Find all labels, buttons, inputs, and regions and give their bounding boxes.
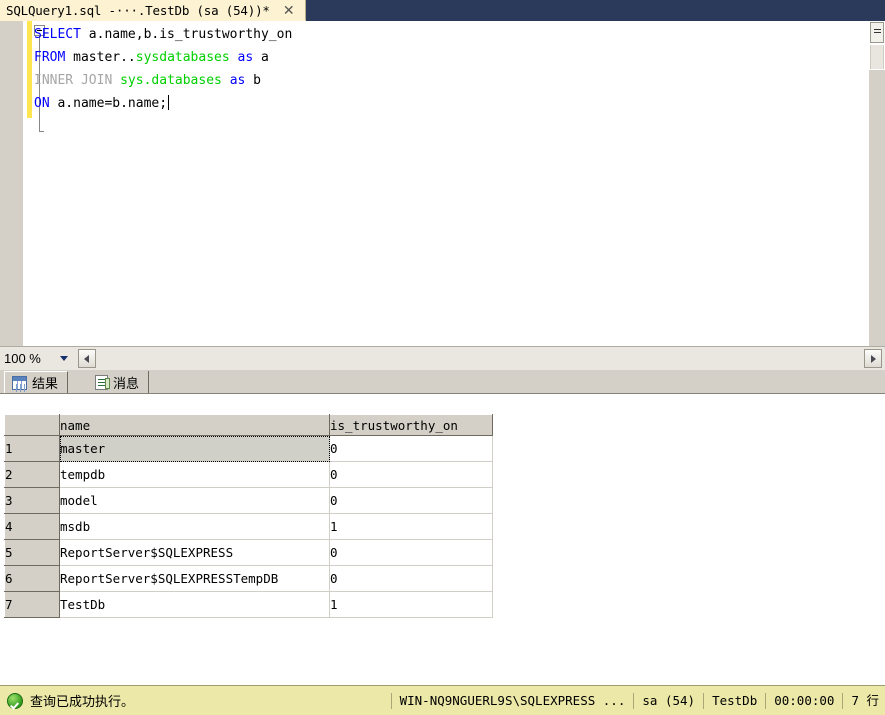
document-tabstrip: SQLQuery1.sql -···.TestDb (sa (54))* ✕ [0,0,885,21]
code-line: SELECT a.name,b.is_trustworthy_on [34,23,859,46]
code-token: as [229,73,246,88]
tab-messages-label: 消息 [113,376,140,392]
code-token: sys.databases [120,73,222,88]
table-header-row: name is_trustworthy_on [4,414,493,436]
table-row[interactable]: 6 ReportServer$SQLEXPRESSTempDB 0 [4,565,493,592]
row-header-cell[interactable]: 1 [4,435,60,462]
hscroll-track[interactable] [97,349,863,368]
cell-is-trustworthy-on[interactable]: 0 [329,461,493,488]
code-token: ON [34,96,50,111]
cell-name[interactable]: model [59,487,330,514]
results-table[interactable]: name is_trustworthy_on 1 master 0 2 tempdb 0 3… [4,414,493,618]
close-icon[interactable]: ✕ [282,3,296,17]
table-row[interactable]: 3 model 0 [4,487,493,514]
cell-is-trustworthy-on[interactable]: 1 [329,591,493,618]
zoom-level-value: 100 % [4,351,41,366]
cell-is-trustworthy-on[interactable]: 0 [329,539,493,566]
success-check-icon [7,692,23,709]
cell-name[interactable]: ReportServer$SQLEXPRESS [59,539,330,566]
sql-editor-pane[interactable]: SELECT a.name,b.is_trustworthy_on FROM ma… [0,21,885,346]
code-token: as [237,50,254,65]
code-token: SELECT [34,27,81,42]
tab-results[interactable]: 结果 [4,371,69,393]
results-pane-tabstrip: 结果 消息 [0,370,885,393]
cell-is-trustworthy-on[interactable]: 0 [329,565,493,592]
status-bar: 查询已成功执行。 WIN-NQ9NGUERL9S\SQLEXPRESS ... … [0,685,885,715]
column-header-is-trustworthy-on[interactable]: is_trustworthy_on [329,414,493,436]
status-message: 查询已成功执行。 [0,691,134,710]
code-token: master.. [65,50,136,65]
document-tab-label: SQLQuery1.sql -···.TestDb (sa (54))* [6,2,270,18]
editor-change-bar [27,21,32,118]
cell-name[interactable]: master [59,435,330,462]
status-row-count: 7 行 [842,692,885,709]
messages-icon [95,374,110,390]
results-grid-pane[interactable]: name is_trustworthy_on 1 master 0 2 tempdb 0 3… [0,393,885,685]
code-token: INNER JOIN [34,73,113,88]
status-message-label: 查询已成功执行。 [30,695,135,710]
code-token: sysdatabases [135,50,230,65]
row-header-cell[interactable]: 2 [4,461,60,488]
code-line: ON a.name=b.name; [34,92,859,115]
cell-name[interactable]: msdb [59,513,330,540]
scrollbar-track-lower[interactable] [869,70,885,346]
cell-name[interactable]: TestDb [59,591,330,618]
code-token: a.name,b.is_trustworthy_on [80,27,293,42]
tab-results-label: 结果 [32,377,59,392]
status-user: sa (54) [633,692,703,709]
row-header-cell[interactable]: 7 [4,591,60,618]
row-header-cell[interactable]: 6 [4,565,60,592]
table-body: 1 master 0 2 tempdb 0 3 model 0 4 msdb 1 5 ReportServ… [4,435,493,618]
status-server: WIN-NQ9NGUERL9S\SQLEXPRESS ... [390,692,634,709]
row-header-cell[interactable]: 5 [4,539,60,566]
cell-is-trustworthy-on[interactable]: 0 [329,435,493,462]
document-tab-sqlquery1[interactable]: SQLQuery1.sql -···.TestDb (sa (54))* ✕ [0,0,306,21]
cell-name[interactable]: ReportServer$SQLEXPRESSTempDB [59,565,330,592]
hscroll-right-arrow-icon[interactable] [864,349,882,368]
table-row[interactable]: 2 tempdb 0 [4,461,493,488]
row-header-cell[interactable]: 4 [4,513,60,540]
code-token: b [245,73,261,88]
hscroll-left-arrow-icon[interactable] [78,349,96,368]
cell-is-trustworthy-on[interactable]: 0 [329,487,493,514]
scrollbar-track-upper[interactable] [870,45,884,69]
code-token: a [253,50,269,65]
scrollbar-thumb[interactable] [870,22,884,43]
table-row[interactable]: 5 ReportServer$SQLEXPRESS 0 [4,539,493,566]
editor-indicator-margin [0,21,24,346]
results-grid-icon [12,375,27,390]
column-header-name[interactable]: name [59,414,330,436]
code-line: FROM master..sysdatabases as a [34,46,859,69]
table-row[interactable]: 4 msdb 1 [4,513,493,540]
code-token: FROM [34,50,66,65]
ssms-query-window: SQLQuery1.sql -···.TestDb (sa (54))* ✕ S… [0,0,885,715]
sql-code-text[interactable]: SELECT a.name,b.is_trustworthy_on FROM ma… [34,23,859,343]
table-row[interactable]: 7 TestDb 1 [4,591,493,618]
status-elapsed-time: 00:00:00 [765,692,842,709]
editor-vertical-scrollbar[interactable] [869,21,885,346]
table-row[interactable]: 1 master 0 [4,435,493,462]
chevron-down-icon[interactable] [60,356,68,361]
text-caret [168,95,170,110]
code-line: INNER JOIN sys.databases as b [34,69,859,92]
zoom-level-combobox[interactable]: 100 % [2,349,74,368]
select-all-corner[interactable] [4,414,60,436]
code-token: a.name=b.name; [49,96,168,111]
tab-messages[interactable]: 消息 [88,371,150,393]
cell-is-trustworthy-on[interactable]: 1 [329,513,493,540]
row-header-cell[interactable]: 3 [4,487,60,514]
editor-zoom-and-hscroll-strip: 100 % [0,346,885,370]
cell-name[interactable]: tempdb [59,461,330,488]
status-database: TestDb [703,692,765,709]
